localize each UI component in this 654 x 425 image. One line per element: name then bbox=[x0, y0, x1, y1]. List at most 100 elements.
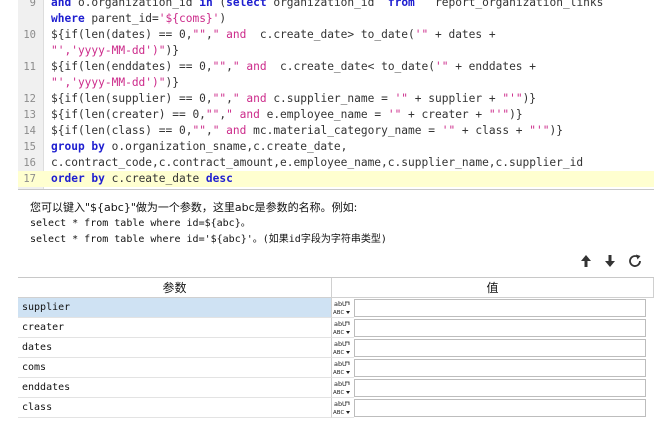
sql-keyword: where bbox=[51, 12, 92, 25]
parameter-row[interactable]: creater a b U ABC bbox=[18, 318, 654, 338]
parameter-row[interactable]: class a b U ABC bbox=[18, 398, 654, 418]
arrow-up-icon bbox=[581, 255, 591, 267]
code-text: "','yyyy-MM-dd')")} bbox=[51, 43, 179, 59]
line-number: 15 bbox=[23, 141, 36, 153]
sql-keyword: desc bbox=[205, 172, 233, 185]
code-line[interactable]: 10 ${if(len(dates) == 0,""," and c.create… bbox=[18, 27, 654, 43]
sql-text: e.employee_name = bbox=[266, 108, 388, 121]
sql-text: organization_id bbox=[273, 0, 388, 9]
sql-string: '" bbox=[394, 92, 409, 105]
svg-text:U: U bbox=[342, 400, 347, 408]
parameter-row[interactable]: supplier a b U ABC bbox=[18, 298, 654, 318]
svg-text:ABC: ABC bbox=[333, 410, 344, 416]
line-number: 17 bbox=[23, 173, 36, 185]
abc-type-icon[interactable]: a b U ABC bbox=[332, 378, 354, 398]
abc-type-icon[interactable]: a b U ABC bbox=[332, 298, 354, 318]
parameter-name[interactable]: supplier bbox=[18, 298, 332, 318]
sql-string: "'" bbox=[488, 108, 510, 121]
svg-text:ABC: ABC bbox=[333, 390, 344, 396]
sql-text: report_organization_links bbox=[421, 0, 604, 9]
sql-text: )} bbox=[165, 44, 179, 57]
sql-string: '${coms}' bbox=[158, 12, 220, 25]
sql-string: " and bbox=[232, 60, 281, 73]
sql-text: , bbox=[205, 28, 213, 41]
line-number: 9 bbox=[29, 0, 36, 9]
column-header-value[interactable]: 值 bbox=[332, 278, 654, 298]
parameter-row[interactable]: enddates a b U ABC bbox=[18, 378, 654, 398]
code-line[interactable]: "','yyyy-MM-dd')")} bbox=[18, 43, 654, 59]
line-number: 10 bbox=[23, 29, 36, 41]
parameter-name[interactable]: coms bbox=[18, 358, 332, 378]
parameter-row[interactable]: dates a b U ABC bbox=[18, 338, 654, 358]
code-line[interactable]: 17 order by c.create_date desc bbox=[18, 171, 654, 187]
code-line[interactable]: 15 group by o.organization_sname,c.create… bbox=[18, 139, 654, 155]
parameter-name[interactable]: creater bbox=[18, 318, 332, 338]
sql-editor[interactable]: 9 and o.organization_id in (select organi… bbox=[18, 0, 654, 190]
sql-text: , bbox=[205, 124, 213, 137]
svg-text:ABC: ABC bbox=[333, 350, 344, 356]
sql-text: ${if(len(dates) == 0, bbox=[51, 28, 193, 41]
parameter-name[interactable]: class bbox=[18, 398, 332, 418]
sql-text: ) bbox=[219, 12, 227, 25]
code-line[interactable]: where parent_id='${coms}') bbox=[18, 11, 654, 27]
sql-text: + enddates + bbox=[448, 60, 537, 73]
sql-keyword: select bbox=[226, 0, 274, 9]
code-line[interactable]: 16 c.contract_code,c.contract_amount,e.em… bbox=[18, 155, 654, 171]
sql-string: '" bbox=[441, 124, 456, 137]
sql-string: "" bbox=[192, 124, 206, 137]
parameter-value-input[interactable] bbox=[354, 339, 646, 357]
sql-text: )} bbox=[165, 76, 179, 89]
parameter-value-input[interactable] bbox=[354, 319, 646, 337]
sql-text: + dates + bbox=[428, 28, 503, 41]
sql-keyword: in bbox=[199, 0, 220, 9]
move-up-button[interactable] bbox=[576, 251, 596, 271]
sql-text: ${if(len(creater) == 0, bbox=[51, 108, 206, 121]
sql-text: + supplier + bbox=[408, 92, 503, 105]
sql-keyword: order by bbox=[51, 172, 112, 185]
abc-type-icon[interactable]: a b U ABC bbox=[332, 338, 354, 358]
sql-string: " and bbox=[232, 92, 274, 105]
abc-type-icon[interactable]: a b U ABC bbox=[332, 358, 354, 378]
code-text: group by o.organization_sname,c.create_d… bbox=[51, 139, 347, 155]
code-line[interactable]: 14 ${if(len(class) == 0,""," and mc.mater… bbox=[18, 123, 654, 139]
parameter-name[interactable]: dates bbox=[18, 338, 332, 358]
parameter-value-input[interactable] bbox=[354, 379, 646, 397]
code-text: ${if(len(enddates) == 0,""," and c.creat… bbox=[51, 59, 536, 75]
sql-keyword: and bbox=[51, 0, 78, 9]
sql-string: "','yyyy-MM-dd')" bbox=[51, 76, 166, 89]
sql-string: " and bbox=[212, 124, 254, 137]
parameter-row[interactable]: coms a b U ABC bbox=[18, 358, 654, 378]
sql-text: + creater + bbox=[401, 108, 489, 121]
abc-type-icon[interactable]: a b U ABC bbox=[332, 318, 354, 338]
sql-string: "" bbox=[212, 60, 227, 73]
code-line[interactable]: 12 ${if(len(supplier) == 0,""," and c.sup… bbox=[18, 91, 654, 107]
code-text: and o.organization_id in (select organiz… bbox=[51, 0, 603, 11]
code-line[interactable]: 11 ${if(len(enddates) == 0,""," and c.cre… bbox=[18, 59, 654, 75]
svg-text:U: U bbox=[342, 380, 347, 388]
parameter-value-input[interactable] bbox=[354, 299, 646, 317]
sql-text: )} bbox=[522, 92, 537, 105]
line-number: 12 bbox=[23, 93, 36, 105]
parameter-value-input[interactable] bbox=[354, 399, 646, 417]
sql-text: c.create_date< to_date( bbox=[280, 60, 435, 73]
parameters-table: 参数 值 supplier a b U ABC creater a b U ABC dates a b U… bbox=[18, 277, 654, 425]
hint-line-1: 您可以键入"${abc}"做为一个参数，这里abc是参数的名称。例如: bbox=[30, 201, 358, 214]
sql-text: , bbox=[226, 92, 233, 105]
code-line[interactable]: 13 ${if(len(creater) == 0,""," and e.empl… bbox=[18, 107, 654, 123]
column-header-param[interactable]: 参数 bbox=[18, 278, 332, 298]
code-line[interactable]: "','yyyy-MM-dd')")} bbox=[18, 75, 654, 91]
refresh-icon bbox=[629, 254, 641, 267]
refresh-button[interactable] bbox=[625, 251, 645, 271]
code-text: ${if(len(class) == 0,""," and mc.materia… bbox=[51, 123, 563, 139]
sql-text: o.organization_id bbox=[77, 0, 200, 9]
code-line[interactable]: 9 and o.organization_id in (select organi… bbox=[18, 0, 654, 11]
parameter-value-input[interactable] bbox=[354, 359, 646, 377]
sql-text: o.organization_sname,c.create_date, bbox=[111, 140, 348, 153]
svg-text:ABC: ABC bbox=[333, 370, 344, 376]
code-text: "','yyyy-MM-dd')")} bbox=[51, 75, 179, 91]
parameter-name[interactable]: enddates bbox=[18, 378, 332, 398]
move-down-button[interactable] bbox=[600, 251, 620, 271]
svg-text:ABC: ABC bbox=[333, 310, 344, 316]
sql-text: mc.material_category_name = bbox=[253, 124, 442, 137]
abc-type-icon[interactable]: a b U ABC bbox=[332, 398, 354, 418]
